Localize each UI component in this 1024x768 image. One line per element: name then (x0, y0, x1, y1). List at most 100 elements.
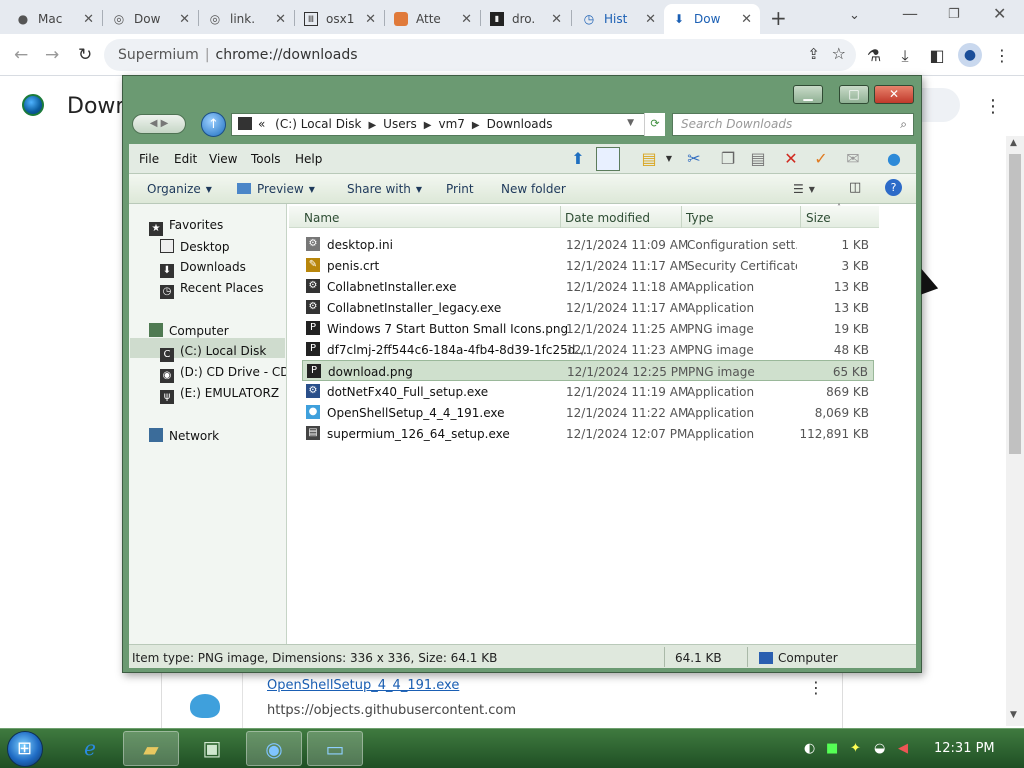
breadcrumb-users[interactable]: Users (383, 117, 417, 131)
download-more-button[interactable]: ⋮ (808, 678, 824, 697)
bluetooth-tray-icon[interactable]: ✦ (850, 741, 861, 756)
refresh-icon[interactable]: ⟳ (644, 113, 665, 136)
tab-search-button[interactable]: ⌄ (849, 8, 860, 23)
cut-icon[interactable]: ✂ (682, 147, 706, 171)
nav-network[interactable]: Network (149, 428, 219, 443)
back-forward-buttons[interactable]: ◀ ▶ (132, 114, 186, 134)
scroll-up-icon[interactable]: ▲ (1010, 138, 1017, 148)
chevron-right-icon[interactable]: ▶ (368, 120, 376, 131)
lab-flask-icon[interactable]: ⚗ (865, 46, 883, 65)
share-with-button[interactable]: Share with ▼ (347, 182, 422, 196)
file-row[interactable]: ▤ supermium_126_64_setup.exe 12/1/2024 12:… (302, 423, 874, 444)
check-icon[interactable]: ✓ (809, 147, 833, 171)
nav-computer[interactable]: Computer (149, 323, 229, 338)
column-name[interactable]: Name (304, 211, 339, 225)
search-icon[interactable]: ⌕ (900, 117, 907, 132)
up-folder-icon[interactable]: ⬆ (566, 147, 590, 171)
column-date-modified[interactable]: Date modified (565, 211, 650, 225)
file-row[interactable]: P Windows 7 Start Button Small Icons.png 1… (302, 318, 874, 339)
menu-tools[interactable]: Tools (251, 152, 281, 166)
nav-d-drive[interactable]: ◉ (D:) CD Drive - CDRC (160, 365, 286, 383)
explorer-minimize-button[interactable]: ▁ (793, 85, 823, 104)
side-panel-icon[interactable]: ◧ (928, 46, 946, 65)
close-tab-icon[interactable]: ✕ (179, 12, 190, 27)
column-type[interactable]: Type (686, 211, 714, 225)
menu-edit[interactable]: Edit (174, 152, 197, 166)
close-window-button[interactable]: ✕ (993, 4, 1006, 23)
action-center-tray-icon[interactable]: ■ (826, 741, 838, 756)
tab-dro[interactable]: ▮ dro. ✕ (482, 4, 570, 34)
change-view-icon[interactable]: ☰ ▼ (793, 182, 815, 196)
scroll-thumb[interactable] (1009, 154, 1021, 454)
help-icon[interactable]: ? (885, 179, 902, 196)
address-dropdown-icon[interactable]: ▼ (627, 118, 634, 128)
chevron-right-icon[interactable]: ▶ (472, 120, 480, 131)
tab-atte[interactable]: Atte ✕ (386, 4, 480, 34)
close-tab-icon[interactable]: ✕ (551, 12, 562, 27)
explorer-address-bar[interactable]: « (C:) Local Disk ▶ Users ▶ vm7 ▶ Downloads ▼ (231, 113, 665, 136)
nav-c-drive[interactable]: C (C:) Local Disk (160, 344, 266, 362)
explorer-search-input[interactable]: Search Downloads ⌕ (672, 113, 914, 136)
nav-downloads[interactable]: ⬇ Downloads (160, 260, 246, 278)
nav-favorites[interactable]: ★ Favorites (149, 218, 223, 236)
bookmark-star-icon[interactable]: ☆ (832, 44, 846, 63)
network-tray-icon[interactable]: ◒ (874, 741, 885, 756)
downloads-menu-button[interactable]: ⋮ (984, 96, 1002, 117)
breadcrumb-downloads[interactable]: Downloads (487, 117, 553, 131)
tab-downloads-active[interactable]: ⬇ Dow ✕ (664, 4, 760, 34)
address-overflow[interactable]: « (258, 117, 265, 131)
menu-help[interactable]: Help (295, 152, 322, 166)
start-button[interactable]: ⊞ (7, 731, 43, 767)
download-icon[interactable]: ⤓ (896, 46, 914, 66)
file-row[interactable]: ⚙ desktop.ini 12/1/2024 11:09 AM Configurat… (302, 234, 874, 255)
tab-mac[interactable]: ● Mac ✕ (8, 4, 102, 34)
close-tab-icon[interactable]: ✕ (365, 12, 376, 27)
file-row[interactable]: ⚙ dotNetFx40_Full_setup.exe 12/1/2024 11:1… (302, 381, 874, 402)
tab-history[interactable]: ◷ Hist ✕ (574, 4, 664, 34)
file-row[interactable]: Pdf7clmj-2ff544c6-184a-4fb4-8d39-1fc25d.… (302, 339, 874, 360)
file-row[interactable]: ⚙ CollabnetInstaller.exe 12/1/2024 11:18 A… (302, 276, 874, 297)
file-row[interactable]: ✎ penis.crt 12/1/2024 11:17 AM Security Cer… (302, 255, 874, 276)
kebab-menu-icon[interactable]: ⋮ (993, 46, 1011, 65)
organize-button[interactable]: Organize ▼ (147, 182, 212, 196)
close-tab-icon[interactable]: ✕ (645, 12, 656, 27)
close-tab-icon[interactable]: ✕ (275, 12, 286, 27)
restore-window-button[interactable]: ❐ (948, 7, 960, 22)
up-arrow-icon[interactable]: ↑ (201, 112, 226, 137)
tab-osx[interactable]: Ⅲ osx1 ✕ (296, 4, 384, 34)
file-row[interactable]: ⚙ CollabnetInstaller_legacy.exe 12/1/2024 … (302, 297, 874, 318)
file-row[interactable]: Pdownload.png 12/1/2024 12:25 PM PNG image… (302, 360, 874, 381)
supermium-taskbar-icon[interactable]: ◉ (246, 731, 302, 766)
email-icon[interactable]: ✉ (841, 147, 865, 171)
view-dropdown-icon[interactable]: ▼ (657, 147, 681, 171)
preview-pane-icon[interactable] (596, 147, 620, 171)
explorer-close-button[interactable]: ✕ (874, 85, 914, 104)
tab-dow-1[interactable]: ◎ Dow ✕ (104, 4, 198, 34)
close-tab-icon[interactable]: ✕ (741, 12, 752, 27)
print-button[interactable]: Print (446, 182, 474, 196)
file-row[interactable]: ● OpenShellSetup_4_4_191.exe 12/1/2024 11:… (302, 402, 874, 423)
taskbar-clock[interactable]: 12:31 PM (934, 741, 995, 756)
media-taskbar-icon[interactable]: ▣ (184, 731, 240, 766)
close-tab-icon[interactable]: ✕ (83, 12, 94, 27)
nav-recent-places[interactable]: ◷ Recent Places (160, 281, 263, 299)
menu-file[interactable]: File (139, 152, 159, 166)
copy-icon[interactable]: ❐ (716, 147, 740, 171)
delete-icon[interactable]: ✕ (779, 147, 803, 171)
show-preview-pane-icon[interactable]: ◫ (849, 180, 861, 195)
menu-view[interactable]: View (209, 152, 237, 166)
column-size[interactable]: Size (806, 211, 831, 225)
volume-muted-tray-icon[interactable]: ◀ (898, 741, 908, 756)
back-button[interactable]: ← (14, 45, 28, 65)
internet-explorer-taskbar-icon[interactable]: ℯ (62, 731, 118, 766)
breadcrumb-vm7[interactable]: vm7 (438, 117, 464, 131)
new-folder-button[interactable]: New folder (501, 182, 566, 196)
share-icon[interactable]: ⇪ (807, 45, 820, 63)
window-taskbar-icon[interactable]: ▭ (307, 731, 363, 766)
address-bar[interactable]: Supermium | chrome://downloads ⇪ ☆ (104, 39, 856, 71)
explorer-maximize-button[interactable]: □ (839, 85, 869, 104)
chevron-right-icon[interactable]: ▶ (424, 120, 432, 131)
security-tray-icon[interactable]: ◐ (804, 741, 815, 756)
paste-icon[interactable]: ▤ (746, 147, 770, 171)
preview-button[interactable]: Preview ▼ (237, 182, 315, 196)
